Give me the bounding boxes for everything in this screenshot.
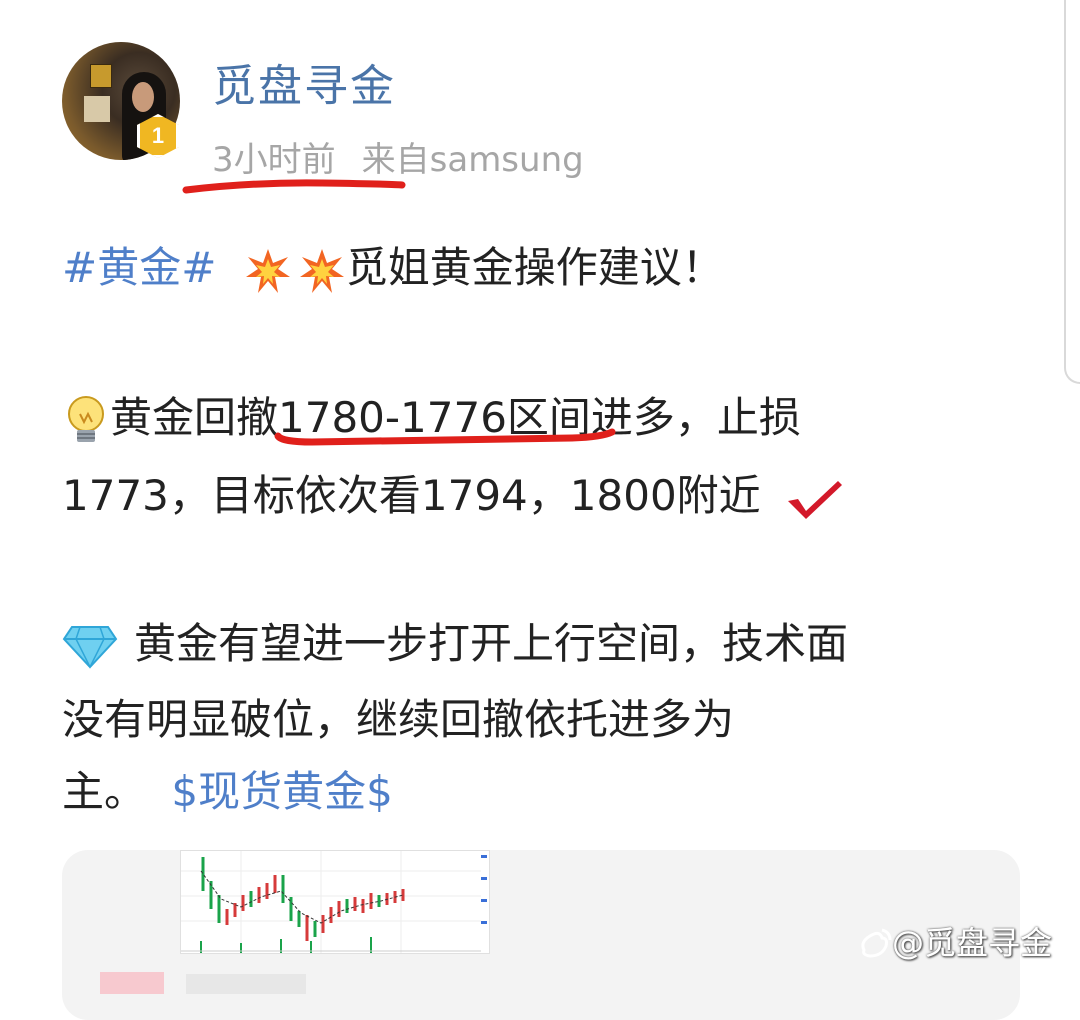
weibo-logo-icon	[861, 928, 892, 958]
red-underline-annotation	[274, 428, 616, 446]
para2-line1: 黄金有望进一步打开上行空间，技术面	[62, 610, 848, 671]
username[interactable]: 觅盘寻金	[212, 50, 396, 114]
avatar-sign	[90, 64, 112, 88]
gem-icon	[62, 625, 118, 669]
para2-text-line2: 没有明显破位，继续回撤依托进多为	[62, 695, 735, 744]
scroll-edge	[1064, 0, 1080, 384]
blurred-content	[186, 974, 306, 994]
watermark: @觅盘寻金	[858, 918, 1052, 964]
post-time: 3小时前	[212, 140, 336, 180]
para1-text-line2: 1773，目标依次看1794，1800附近	[62, 471, 761, 520]
post-meta: 3小时前 来自samsung	[212, 132, 584, 181]
collision-icon	[245, 248, 290, 293]
headline-text: 觅姐黄金操作建议！	[345, 243, 724, 292]
avatar-sign	[84, 96, 110, 122]
check-mark-icon	[788, 480, 843, 519]
para2-text-line3: 主。	[62, 767, 147, 816]
headline-line: #黄金# 觅姐黄金操作建议！	[62, 234, 724, 295]
topic-tag[interactable]: #黄金#	[62, 243, 216, 292]
collision-icon	[299, 248, 344, 293]
post-source: 来自samsung	[361, 140, 584, 180]
para2-line3: 主。 $现货黄金$	[62, 758, 393, 819]
para2-line2: 没有明显破位，继续回撤依托进多为	[62, 686, 734, 747]
blurred-content	[100, 972, 164, 994]
watermark-text: @觅盘寻金	[892, 924, 1053, 962]
avatar-face	[132, 82, 154, 112]
para1-line2: 1773，目标依次看1794，1800附近	[62, 462, 844, 523]
stock-link[interactable]: $现货黄金$	[171, 767, 392, 816]
chart-thumbnail[interactable]	[180, 850, 490, 954]
red-underline-annotation	[182, 179, 406, 194]
lightbulb-icon	[68, 395, 104, 442]
para2-text-line1: 黄金有望进一步打开上行空间，技术面	[134, 619, 849, 668]
